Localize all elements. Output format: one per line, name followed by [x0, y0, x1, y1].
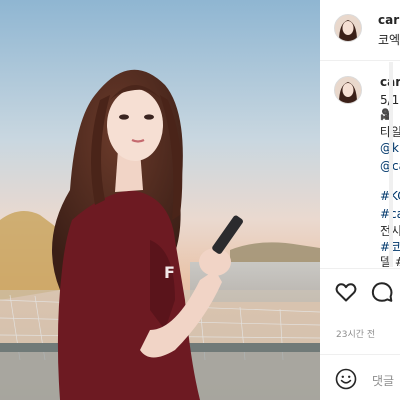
smiley-icon[interactable]	[335, 368, 357, 394]
comment-icon[interactable]	[370, 280, 394, 308]
caption-avatar[interactable]	[334, 76, 362, 104]
actions-divider	[320, 268, 400, 269]
post-photo[interactable]: F	[0, 0, 320, 400]
comment-input[interactable]: 댓글	[372, 372, 394, 389]
header-username[interactable]: carr	[378, 13, 400, 27]
post-timestamp[interactable]: 23시간 전	[336, 327, 375, 340]
post-image: F	[0, 0, 320, 400]
header-divider	[320, 60, 400, 61]
svg-text:F: F	[164, 263, 175, 282]
caption-scrollbar[interactable]	[389, 62, 393, 267]
avatar-image	[335, 15, 361, 41]
heart-icon[interactable]	[334, 280, 358, 308]
comment-divider	[320, 354, 400, 355]
avatar-image	[335, 77, 361, 103]
header-caption: 코엑	[378, 33, 400, 47]
header-avatar[interactable]	[334, 14, 362, 42]
